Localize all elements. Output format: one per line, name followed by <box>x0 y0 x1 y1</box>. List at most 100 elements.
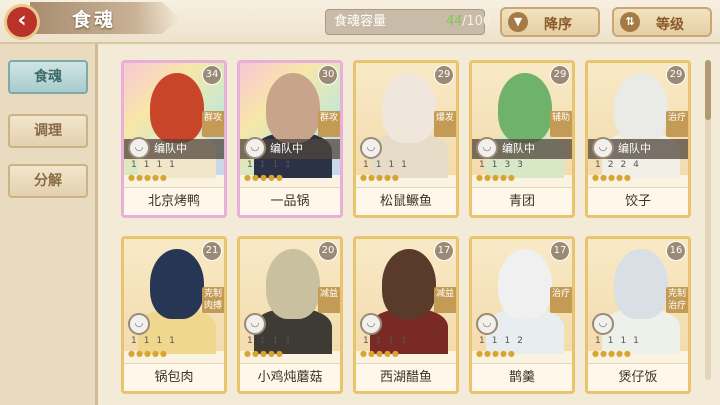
bowl-icon: ◡ <box>592 137 614 159</box>
food-soul-card[interactable]: 16 克制 治疗 ◡ 1111 ●●●●● 煲仔饭 <box>585 236 691 394</box>
role-tag: 群攻 <box>318 111 340 137</box>
character-portrait <box>614 249 668 319</box>
top-bar: 食魂 ‹ 食魂容量 44 /100 ▼ 降序 ⇅ 等级 <box>0 0 720 44</box>
level-badge: 20 <box>318 241 338 261</box>
food-soul-card[interactable]: 17 治疗 ◡ 1112 ●●●●● 鹊羹 <box>469 236 575 394</box>
level-badge: 21 <box>202 241 222 261</box>
skill-levels: 1111 <box>131 160 182 170</box>
role-tag: 克制 肉搏 <box>202 287 224 313</box>
level-badge: 17 <box>550 241 570 261</box>
skill-levels: 1112 <box>479 336 530 346</box>
swap-icon: ⇅ <box>620 12 640 32</box>
bowl-icon: ◡ <box>476 137 498 159</box>
character-portrait <box>498 249 552 319</box>
bowl-icon: ◡ <box>244 313 266 335</box>
bowl-icon: ◡ <box>592 313 614 335</box>
skill-levels: 1111 <box>595 336 646 346</box>
role-tag: 克制 治疗 <box>666 287 688 313</box>
card-name: 小鸡炖蘑菇 <box>240 363 340 391</box>
food-soul-card[interactable]: 17 减益 ◡ 1111 ●●●●● 西湖醋鱼 <box>353 236 459 394</box>
role-tag: 辅助 <box>550 111 572 137</box>
level-badge: 16 <box>666 241 686 261</box>
food-soul-card[interactable]: 21 克制 肉搏 ◡ 1111 ●●●●● 锅包肉 <box>121 236 227 394</box>
sidebar-item-food-souls[interactable]: 食魂 <box>8 60 88 94</box>
food-soul-card[interactable]: 30 群攻 编队中 ◡ 1111 ●●●●● 一品锅 <box>237 60 343 218</box>
star-rating-icon: ●●●●● <box>476 349 516 358</box>
food-soul-card[interactable]: 20 减益 ◡ 1111 ●●●●● 小鸡炖蘑菇 <box>237 236 343 394</box>
sidebar-item-decompose[interactable]: 分解 <box>8 164 88 198</box>
sort-field-button[interactable]: ⇅ 等级 <box>612 7 712 37</box>
skill-levels: 1111 <box>363 160 414 170</box>
bowl-icon: ◡ <box>128 313 150 335</box>
level-badge: 34 <box>202 65 222 85</box>
card-name: 青团 <box>472 187 572 215</box>
card-name: 饺子 <box>588 187 688 215</box>
bowl-icon: ◡ <box>360 313 382 335</box>
skill-levels: 1111 <box>363 336 414 346</box>
role-tag: 治疗 <box>550 287 572 313</box>
character-portrait <box>382 73 436 143</box>
star-rating-icon: ●●●●● <box>244 349 284 358</box>
card-grid: 34 群攻 编队中 ◡ 1111 ●●●●● 北京烤鸭 30 群攻 编队中 ◡ … <box>105 50 700 405</box>
star-rating-icon: ●●●●● <box>592 173 632 182</box>
card-name: 一品锅 <box>240 187 340 215</box>
character-portrait <box>150 73 204 143</box>
card-name: 西湖醋鱼 <box>356 363 456 391</box>
bowl-icon: ◡ <box>244 137 266 159</box>
sort-order-button[interactable]: ▼ 降序 <box>500 7 600 37</box>
bowl-icon: ◡ <box>360 137 382 159</box>
role-tag: 群攻 <box>202 111 224 137</box>
star-rating-icon: ●●●●● <box>360 173 400 182</box>
card-name: 松鼠鳜鱼 <box>356 187 456 215</box>
role-tag: 减益 <box>434 287 456 313</box>
skill-levels: 1224 <box>595 160 646 170</box>
sidebar-item-cooking[interactable]: 调理 <box>8 114 88 148</box>
star-rating-icon: ●●●●● <box>476 173 516 182</box>
role-tag: 减益 <box>318 287 340 313</box>
character-portrait <box>266 73 320 143</box>
chevron-left-icon: ‹ <box>17 8 27 33</box>
skill-levels: 1111 <box>131 336 182 346</box>
character-portrait <box>382 249 436 319</box>
character-portrait <box>266 249 320 319</box>
back-button[interactable]: ‹ <box>4 4 40 40</box>
skill-levels: 1133 <box>479 160 530 170</box>
food-soul-card[interactable]: 34 群攻 编队中 ◡ 1111 ●●●●● 北京烤鸭 <box>121 60 227 218</box>
card-name: 锅包肉 <box>124 363 224 391</box>
food-soul-card[interactable]: 29 爆发 ◡ 1111 ●●●●● 松鼠鳜鱼 <box>353 60 459 218</box>
star-rating-icon: ●●●●● <box>592 349 632 358</box>
star-rating-icon: ●●●●● <box>128 349 168 358</box>
sidebar: 食魂 调理 分解 <box>0 44 98 405</box>
character-portrait <box>150 249 204 319</box>
capacity-current: 44 <box>446 14 463 29</box>
character-portrait <box>498 73 552 143</box>
character-portrait <box>614 73 668 143</box>
sort-order-label: 降序 <box>544 17 572 33</box>
page-title: 食魂 <box>72 9 117 31</box>
level-badge: 29 <box>434 65 454 85</box>
level-badge: 29 <box>666 65 686 85</box>
card-name: 鹊羹 <box>472 363 572 391</box>
bowl-icon: ◡ <box>128 137 150 159</box>
scrollbar-thumb[interactable] <box>705 60 711 120</box>
sort-field-label: 等级 <box>656 17 684 33</box>
star-rating-icon: ●●●●● <box>244 173 284 182</box>
card-name: 煲仔饭 <box>588 363 688 391</box>
skill-levels: 1111 <box>247 160 298 170</box>
capacity-max: /100 <box>462 14 492 29</box>
role-tag: 爆发 <box>434 111 456 137</box>
level-badge: 17 <box>434 241 454 261</box>
role-tag: 治疗 <box>666 111 688 137</box>
chevron-down-icon: ▼ <box>508 12 528 32</box>
skill-levels: 1111 <box>247 336 298 346</box>
star-rating-icon: ●●●●● <box>128 173 168 182</box>
level-badge: 30 <box>318 65 338 85</box>
food-soul-card[interactable]: 29 辅助 编队中 ◡ 1133 ●●●●● 青团 <box>469 60 575 218</box>
food-soul-card[interactable]: 29 治疗 编队中 ◡ 1224 ●●●●● 饺子 <box>585 60 691 218</box>
card-name: 北京烤鸭 <box>124 187 224 215</box>
level-badge: 29 <box>550 65 570 85</box>
bowl-icon: ◡ <box>476 313 498 335</box>
star-rating-icon: ●●●●● <box>360 349 400 358</box>
capacity-display: 食魂容量 44 /100 <box>325 9 491 35</box>
capacity-label: 食魂容量 <box>334 14 387 29</box>
